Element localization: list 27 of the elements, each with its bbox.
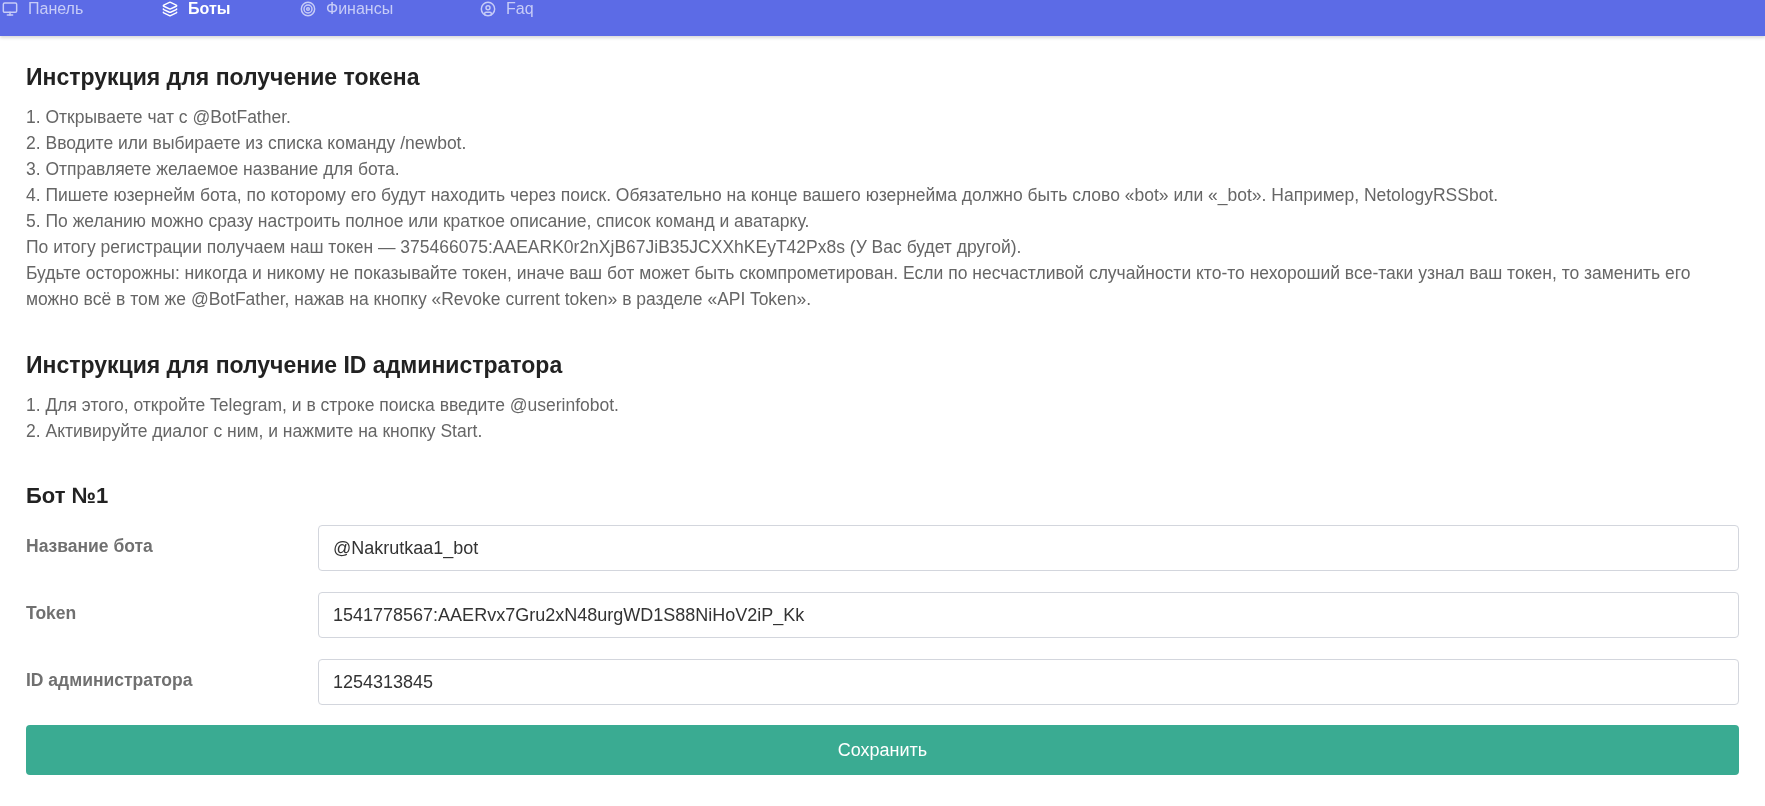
field-label: Token (26, 602, 78, 624)
instruction-text: 1. Открываете чат с @BotFather. (26, 106, 291, 129)
nav-link[interactable]: Боты (188, 0, 231, 18)
text-field[interactable]: @Nakrutkaa1_bot (318, 525, 1739, 571)
instruction-text: 2. Вводите или выбираете из списка команду /newbot. (26, 132, 467, 155)
monitor-icon (2, 1, 18, 17)
instruction-text: 2. Активируйте диалог с ним, и нажмите на кнопку Start. (26, 420, 483, 443)
layers-icon (162, 1, 178, 17)
save-button[interactable]: Сохранить (26, 725, 1739, 775)
instruction-text: 4. Пишете юзернейм бота, по которому его будут находить через поиск. Обязательно на конце вашего юзернейма должно быть слово «bot» или «_bot». Например, NetologyRSSbot. (26, 184, 1499, 208)
instruction-text: 5. По желанию можно сразу настроить полное или краткое описание, список команд и аватарку. (26, 210, 810, 233)
user-circle-icon (480, 1, 496, 17)
instruction-text: По итогу регистрации получаем наш токен — 375466075:AAEARK0r2nXjB67JiB35JCXXhKEyT42Px8s (У Вас будет другой). (26, 236, 1022, 259)
field-label: ID администратора (26, 669, 194, 691)
instruction-text: 3. Отправляете желаемое название для бота. (26, 158, 400, 181)
section-heading: Инструкция для получение токена (26, 63, 420, 92)
instruction-text: 1. Для этого, откройте Telegram, и в строке поиска введите @userinfobot. (26, 394, 619, 417)
nav-link[interactable]: Финансы (326, 0, 394, 18)
instruction-text: Будьте осторожны: никогда и никому не показывайте токен, иначе ваш бот может быть скомпрометирован. Если по несчастливой случайности кто-то нехороший все-таки узнал ваш токен, то заменить его можно всё в том же @BotFather, нажав на кнопку «Revoke current token» в разделе «API Token». (26, 262, 1692, 311)
section-heading: Инструкция для получение ID администратора (26, 351, 563, 380)
nav-link[interactable]: Панель (28, 0, 84, 18)
target-icon (300, 1, 316, 17)
field-label: Название бота (26, 535, 154, 557)
nav-link[interactable]: Faq (506, 0, 534, 18)
bot-heading: Бот №1 (26, 482, 109, 510)
text-field[interactable]: 1541778567:AAERvx7Gru2xN48urgWD1S88NiHoV2iP_Kk (318, 592, 1739, 638)
text-field[interactable]: 1254313845 (318, 659, 1739, 705)
